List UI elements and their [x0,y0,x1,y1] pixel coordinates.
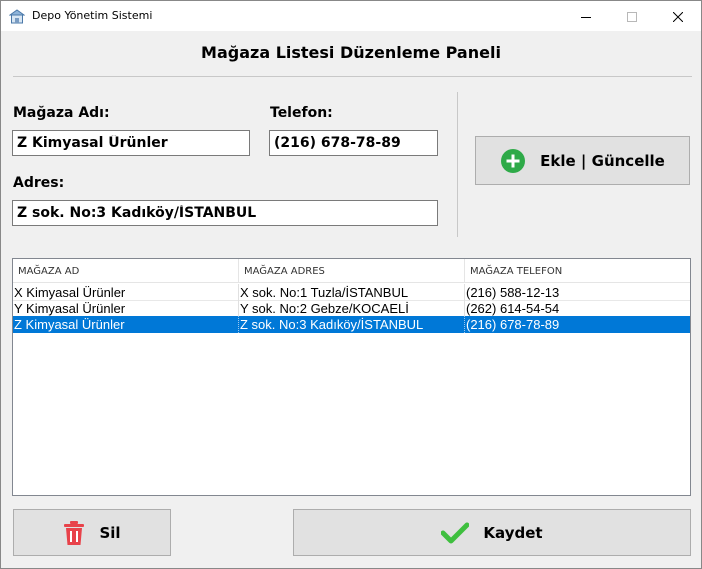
trash-icon [63,520,85,546]
address-label: Adres: [13,175,65,191]
delete-label: Sil [99,523,121,542]
checkmark-icon [441,522,470,544]
form-divider [457,92,458,237]
store-list[interactable]: MAĞAZA AD MAĞAZA ADRES MAĞAZA TELEFON X … [12,258,691,496]
cell-store-name: X Kimyasal Ürünler [13,284,239,301]
maximize-icon [627,7,637,26]
close-icon [672,7,684,26]
cell-store-name: Y Kimyasal Ürünler [13,300,239,317]
table-row[interactable]: Y Kimyasal Ürünler Y sok. No:2 Gebze/KOC… [13,300,690,317]
minimize-button[interactable] [563,1,609,31]
add-update-button[interactable]: Ekle | Güncelle [475,136,690,185]
save-label: Kaydet [483,523,543,542]
app-window: Depo Yönetim Sistemi Mağaza Listesi Düze… [0,0,702,569]
store-name-field[interactable] [12,130,250,156]
maximize-button[interactable] [609,1,655,31]
plus-circle-icon [500,148,526,174]
delete-button[interactable]: Sil [13,509,171,556]
column-header-address[interactable]: MAĞAZA ADRES [239,259,465,283]
warehouse-icon [8,8,26,24]
column-header-name[interactable]: MAĞAZA AD [13,259,239,283]
store-name-label: Mağaza Adı: [13,105,110,121]
cell-store-address: X sok. No:1 Tuzla/İSTANBUL [239,284,465,301]
panel-title: Mağaza Listesi Düzenleme Paneli [201,43,501,62]
cell-store-address: Z sok. No:3 Kadıköy/İSTANBUL [239,316,465,333]
table-row-selected[interactable]: Z Kimyasal Ürünler Z sok. No:3 Kadıköy/İ… [13,316,690,333]
cell-store-phone: (216) 678-78-89 [466,317,560,332]
phone-label: Telefon: [270,105,333,121]
save-button[interactable]: Kaydet [293,509,691,556]
window-title: Depo Yönetim Sistemi [32,9,153,22]
column-header-phone[interactable]: MAĞAZA TELEFON [465,259,690,283]
phone-field[interactable] [269,130,438,156]
cell-store-phone: (262) 614-54-54 [466,301,560,316]
cell-store-address: Y sok. No:2 Gebze/KOCAELİ [239,300,465,317]
cell-store-name: Z Kimyasal Ürünler [13,316,239,333]
table-row[interactable]: X Kimyasal Ürünler X sok. No:1 Tuzla/İST… [13,284,690,301]
close-button[interactable] [655,1,701,31]
list-header: MAĞAZA AD MAĞAZA ADRES MAĞAZA TELEFON [13,259,690,283]
title-bar[interactable]: Depo Yönetim Sistemi [1,1,701,31]
header-divider [13,76,692,77]
address-field[interactable] [12,200,438,226]
minimize-icon [581,7,591,26]
cell-store-phone: (216) 588-12-13 [466,285,560,300]
add-update-label: Ekle | Güncelle [540,151,665,170]
